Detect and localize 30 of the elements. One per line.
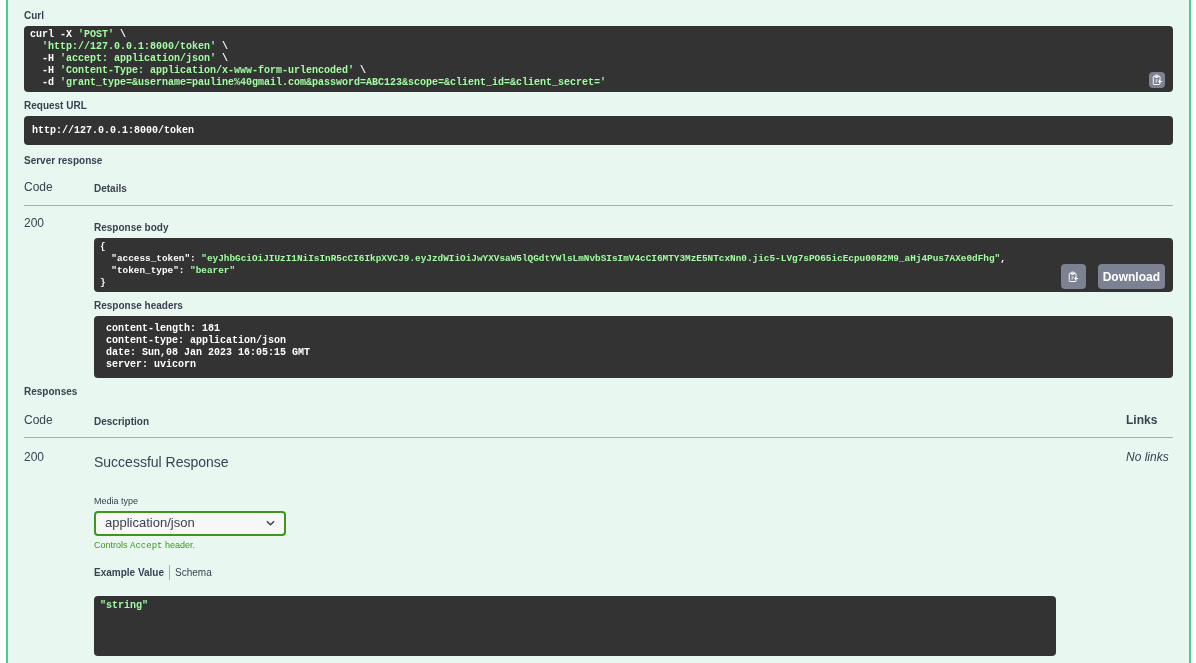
request-url: http://127.0.0.1:8000/token (24, 116, 1173, 145)
tab[interactable]: Example Value (94, 565, 165, 580)
download-button[interactable]: Download (1097, 264, 1165, 289)
example-value: "string" (94, 596, 1056, 656)
copy-button[interactable] (1060, 264, 1086, 289)
tab[interactable]: Schema (169, 565, 212, 580)
clipboard-icon (1151, 74, 1163, 86)
media-type-select[interactable]: application/json (94, 510, 286, 536)
section-label: Response body (94, 221, 170, 235)
copy-button[interactable] (1149, 72, 1165, 88)
media-type-note: Controls Accept header. (94, 538, 196, 553)
clipboard-icon (1067, 270, 1080, 283)
section-label: Server response (24, 154, 104, 168)
section-label: Curl (24, 9, 45, 23)
response-description: Successful Response (94, 453, 230, 472)
column-header: Code (24, 412, 54, 429)
response-headers: content-length: 181 content-type: application/json date: Sun,08 Jan 2023 16:05:15 GMT server: uvicorn (94, 316, 1173, 378)
field-label: Media type (94, 495, 140, 508)
status-code: 200 (24, 449, 46, 466)
status-code: 200 (24, 215, 46, 232)
section-label: Response headers (94, 299, 184, 313)
column-header: Details (94, 182, 127, 196)
section-label: Responses (24, 385, 79, 399)
links-note: No links (1126, 449, 1170, 466)
column-header: Description (94, 415, 150, 429)
column-header: Links (1126, 412, 1159, 429)
curl-code-block: curl -X 'POST' \ 'http://127.0.0.1:8000/token' \ -H 'accept: application/json' \ -H 'Content-Type: application/x-www-form-urlencoded' \ -d 'grant_type=&username=pauline%40gmail.com&password=ABC123&scope=&client_id=&client_secret=' (24, 26, 1173, 92)
section-label: Request URL (24, 99, 88, 113)
chevron-down-icon (266, 520, 275, 526)
column-header: Code (24, 179, 54, 196)
